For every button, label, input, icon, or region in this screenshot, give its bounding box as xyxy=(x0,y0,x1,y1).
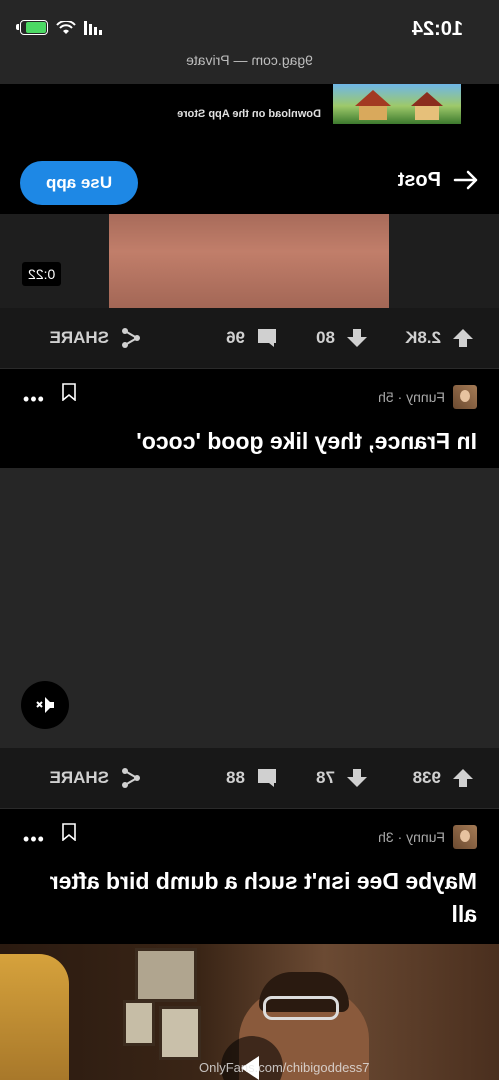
status-time: 10:24 xyxy=(411,18,463,40)
post-title[interactable]: In France, they like good 'coco' xyxy=(22,425,477,458)
video-player[interactable] xyxy=(0,468,499,748)
more-options-icon[interactable]: ••• xyxy=(22,389,44,410)
url-bar[interactable]: 9gag.com — Private xyxy=(0,52,499,68)
upvote-count: 2.8K xyxy=(405,328,441,347)
ad-image xyxy=(333,84,461,124)
video-duration: 0:22 xyxy=(22,262,62,286)
status-icons xyxy=(20,20,102,35)
video-watermark: OnlyFans.com/chibigoddess7 xyxy=(199,1060,370,1075)
more-options-icon[interactable]: ••• xyxy=(22,829,44,850)
downvote-count: 80 xyxy=(316,328,335,347)
upvote-icon xyxy=(453,329,473,347)
downvote-button[interactable]: 78 xyxy=(316,766,369,790)
post-meta[interactable]: Funny · 5h xyxy=(378,385,477,409)
downvote-icon xyxy=(347,769,367,787)
section-avatar xyxy=(453,385,477,409)
comment-icon xyxy=(258,329,276,347)
comment-count: 88 xyxy=(226,768,245,787)
share-label: SHARE xyxy=(49,768,109,787)
share-icon xyxy=(122,328,140,348)
use-app-button[interactable]: Use app xyxy=(20,161,138,205)
speaker-muted-icon xyxy=(36,697,54,713)
share-label: SHARE xyxy=(49,328,109,347)
comments-button[interactable]: 96 xyxy=(226,326,279,350)
video-player[interactable]: OnlyFans.com/chibigoddess7 xyxy=(0,944,499,1080)
post-actions: 2.8K 80 96 SHARE xyxy=(0,308,499,369)
post-header: Funny · 3h ••• Maybe Dee isn't such a du… xyxy=(0,809,499,944)
post-actions: 938 78 88 SHARE xyxy=(0,748,499,809)
post-section: Funny · 3h xyxy=(378,829,445,845)
section-avatar xyxy=(453,825,477,849)
upvote-button[interactable]: 938 xyxy=(413,766,475,790)
bookmark-icon[interactable] xyxy=(62,383,76,401)
comments-button[interactable]: 88 xyxy=(226,766,279,790)
post-section: Funny · 5h xyxy=(378,389,445,405)
ad-text: Download on the App Store xyxy=(177,108,321,120)
upvote-button[interactable]: 2.8K xyxy=(405,326,475,350)
status-bar: 10:24 9gag.com — Private xyxy=(0,0,499,84)
post-meta[interactable]: Funny · 3h xyxy=(378,825,477,849)
downvote-button[interactable]: 80 xyxy=(316,326,369,350)
video-frame xyxy=(109,214,389,308)
video-player[interactable]: 0:22 xyxy=(0,214,499,308)
post-title[interactable]: Maybe Dee isn't such a dumb bird after a… xyxy=(22,865,477,931)
mute-toggle[interactable] xyxy=(21,681,69,729)
upvote-count: 938 xyxy=(412,768,441,787)
page-title: Post xyxy=(397,169,441,191)
battery-icon xyxy=(20,20,48,35)
downvote-icon xyxy=(347,329,367,347)
share-icon xyxy=(122,768,140,788)
comment-count: 96 xyxy=(226,328,245,347)
cellular-signal-icon xyxy=(84,20,102,35)
bookmark-icon[interactable] xyxy=(62,823,76,841)
page-root: 10:24 9gag.com — Private Download on the… xyxy=(0,0,499,1080)
share-button[interactable]: SHARE xyxy=(49,326,143,350)
post-header-bar: Post Use app xyxy=(0,146,499,214)
share-button[interactable]: SHARE xyxy=(49,766,143,790)
app-store-ad[interactable]: Download on the App Store xyxy=(0,84,499,146)
downvote-count: 78 xyxy=(316,768,335,787)
wifi-icon xyxy=(56,20,76,34)
upvote-icon xyxy=(453,769,473,787)
back-arrow-icon[interactable] xyxy=(453,170,479,190)
post-header: Funny · 5h ••• In France, they like good… xyxy=(0,369,499,468)
comment-icon xyxy=(258,769,276,787)
